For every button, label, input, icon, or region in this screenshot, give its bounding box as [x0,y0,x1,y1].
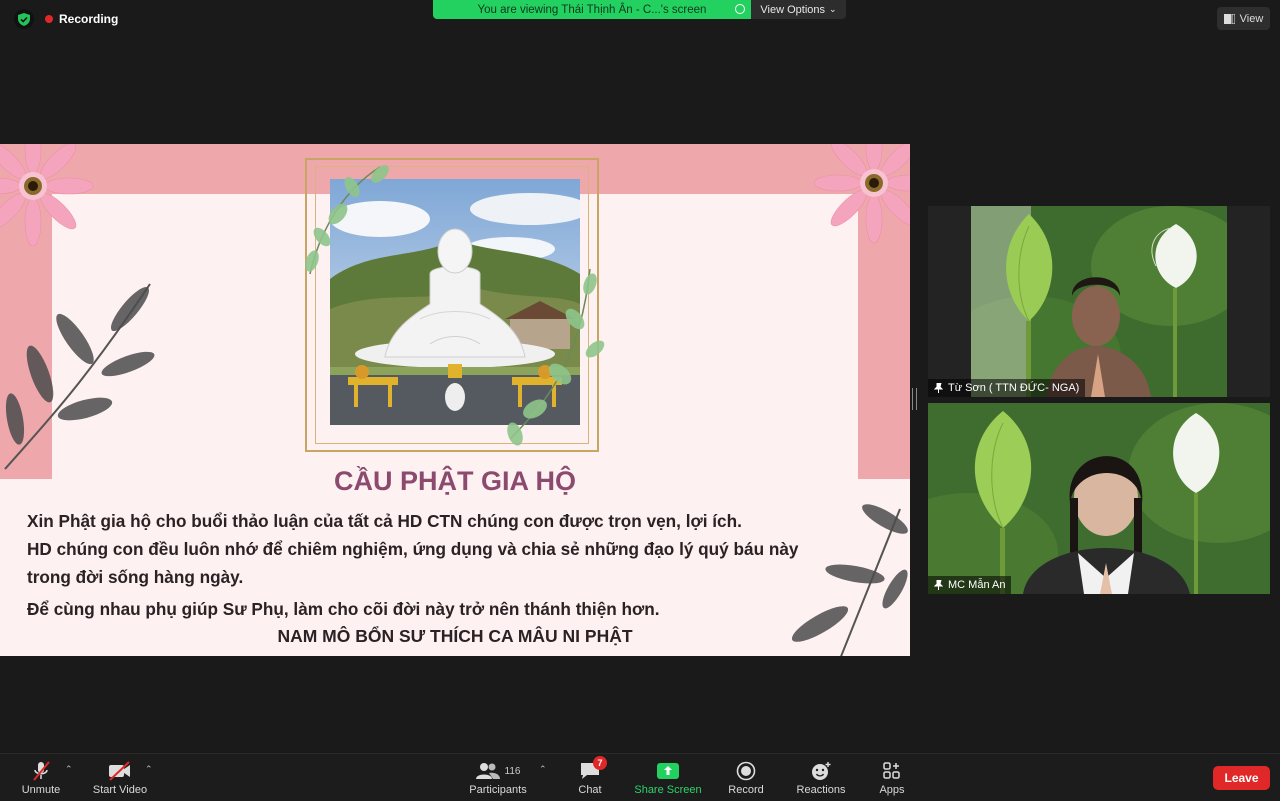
recording-indicator[interactable]: Recording [45,12,118,26]
view-layout-icon [1223,13,1235,24]
green-vine-image [305,165,605,446]
participants-icon: 116 [475,760,521,782]
shared-screen-slide: CẦU PHẬT GIA HỘ Xin Phật gia hộ cho buổi… [0,144,910,656]
share-screen-icon [657,760,679,782]
participant-name-tag: MC Mẫn An [928,576,1012,594]
leave-button[interactable]: Leave [1213,766,1270,790]
participant-video-image [928,403,1270,594]
chat-unread-badge: 7 [593,756,607,770]
participant-video-tile[interactable]: MC Mẫn An [928,403,1270,594]
slide-body: Xin Phật gia hộ cho buổi thảo luận của t… [27,507,897,623]
reactions-label: Reactions [796,784,846,796]
unmute-button[interactable]: Unmute [12,754,70,801]
participant-name: MC Mẫn An [948,579,1006,591]
video-options-caret-icon[interactable]: ⌃ [145,764,153,775]
slide-line: trong đời sống hàng ngày. [27,567,244,587]
audio-options-caret-icon[interactable]: ⌃ [65,764,73,775]
apps-label: Apps [879,784,905,796]
participants-label: Participants [469,784,527,796]
slide-line: Xin Phật gia hộ cho buổi thảo luận của t… [27,511,742,531]
record-button[interactable]: Record [722,754,770,801]
recording-dot-icon [45,15,53,23]
record-label: Record [728,784,764,796]
chat-label: Chat [578,784,602,796]
slide-title: CẦU PHẬT GIA HỘ [334,466,576,496]
share-screen-button[interactable]: Share Screen [630,754,706,801]
muted-microphone-icon [30,760,52,782]
pink-flower-left-image [0,144,94,247]
view-options-label: View Options [760,3,826,16]
share-screen-label: Share Screen [634,784,702,796]
chat-button[interactable]: 7 Chat [570,754,610,801]
panel-resize-handle[interactable] [912,388,917,410]
slide-line: HD chúng con đều luôn nhớ để chiêm nghiệ… [27,539,799,559]
pin-icon [934,580,943,590]
unmute-label: Unmute [21,784,61,796]
start-video-label: Start Video [92,784,148,796]
apps-icon [882,760,902,782]
participant-video-tile[interactable]: Từ Sơn ( TTN ĐỨC- NGA) [928,206,1270,397]
view-button[interactable]: View [1217,7,1270,30]
viewing-banner-text: You are viewing Thái Thịnh Ân - C...'s s… [477,3,707,16]
slide-line: Để cùng nhau phụ giúp Sư Phụ, làm cho cõ… [27,599,660,619]
view-options-button[interactable]: View Options ⌄ [751,0,846,19]
pink-flower-right-image [813,144,910,244]
video-off-icon [107,760,133,782]
participant-video-image [971,206,1227,397]
start-video-button[interactable]: Start Video [88,754,152,801]
chevron-down-icon: ⌄ [829,4,837,14]
dark-leaves-left-image [4,283,155,470]
participants-options-caret-icon[interactable]: ⌃ [539,764,547,775]
participant-name-tag: Từ Sơn ( TTN ĐỨC- NGA) [928,379,1086,397]
participants-button[interactable]: 116 Participants [466,754,530,801]
apps-button[interactable]: Apps [872,754,912,801]
participants-count: 116 [504,765,521,777]
view-label: View [1239,12,1264,25]
viewing-screen-banner: You are viewing Thái Thịnh Ân - C...'s s… [433,0,751,19]
participant-name: Từ Sơn ( TTN ĐỨC- NGA) [948,382,1080,394]
reactions-button[interactable]: Reactions [792,754,850,801]
viewing-indicator-icon [735,4,745,14]
pin-icon [934,383,943,393]
smiley-reaction-icon [810,760,832,782]
recording-label: Recording [59,12,119,26]
security-shield-icon[interactable] [14,9,34,29]
record-icon [736,760,756,782]
slide-footer: NAM MÔ BỔN SƯ THÍCH CA MÂU NI PHẬT [277,626,633,646]
meeting-toolbar: Unmute ⌃ Start Video ⌃ 116 Participants … [0,753,1280,801]
